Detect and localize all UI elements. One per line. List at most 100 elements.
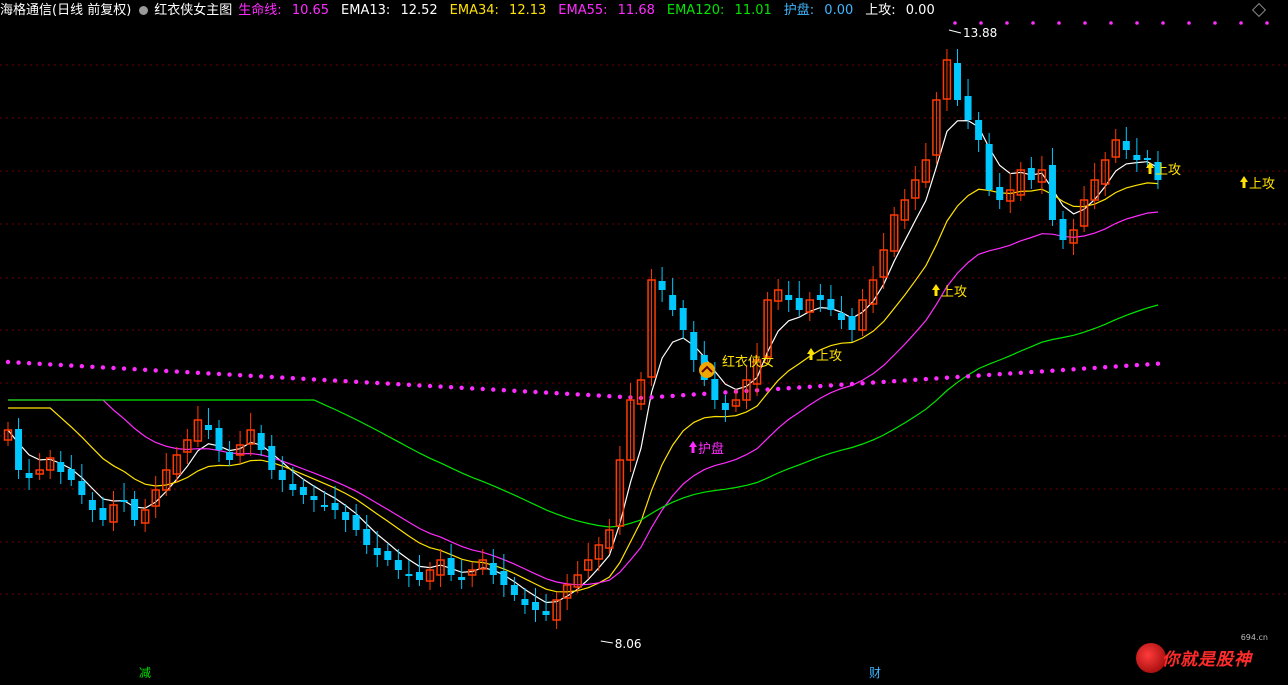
lifeline-dot (1081, 366, 1087, 371)
lifeline-dot (533, 389, 538, 395)
lifeline-dot (860, 381, 865, 386)
hongyi-icon (699, 362, 715, 378)
top-marker-dot (1005, 21, 1009, 25)
candle-body (331, 503, 339, 510)
candle-body (226, 452, 234, 460)
candle-body (278, 470, 286, 480)
shanggong-signal-label: 上攻 (816, 349, 842, 364)
candle-body (975, 120, 983, 140)
candle-body (447, 558, 455, 575)
high-price-label: 13.88 (963, 26, 997, 40)
lifeline-dot (90, 364, 95, 369)
lifeline-dot (111, 365, 116, 371)
top-marker-dot (1187, 21, 1191, 25)
top-marker-dot (1031, 21, 1035, 25)
lifeline-dot (1134, 362, 1140, 368)
candle-body (711, 379, 719, 400)
top-marker-dot (1161, 21, 1165, 25)
lifeline-dot (786, 386, 791, 391)
candle-body (310, 496, 318, 500)
lifeline-dot (343, 379, 348, 384)
candle-body (964, 96, 972, 120)
candle-body (321, 505, 328, 507)
lifeline-dot (702, 391, 707, 396)
top-marker-dot (953, 21, 957, 25)
lifeline-dot (269, 374, 274, 380)
watermark-logo: 你就是股神 694.cn (1136, 633, 1272, 673)
lifeline-dot (121, 366, 127, 371)
candle-body (489, 563, 497, 575)
lifeline-dot (554, 391, 559, 396)
lifeline-dot (1071, 367, 1076, 372)
lifeline-dot (723, 390, 728, 395)
lifeline-dot (818, 383, 823, 389)
candle-body (1133, 155, 1141, 160)
lifeline-dot (491, 387, 496, 392)
lifeline-dot (100, 365, 106, 370)
candle-body (215, 428, 223, 450)
top-marker-dot (1057, 21, 1061, 25)
lifeline-dot (828, 383, 834, 388)
top-marker-dot (1109, 21, 1113, 25)
top-marker-dot (1265, 21, 1269, 25)
candle-body (363, 529, 371, 545)
candle-body (954, 63, 961, 100)
lifeline-dot (617, 394, 623, 399)
lifeline-dot (1145, 362, 1150, 367)
lifeline-dot (913, 377, 918, 382)
lifeline-dot (470, 386, 475, 391)
lifeline-dot (934, 376, 939, 381)
candle-body (131, 499, 139, 520)
lifeline-dot (1060, 367, 1066, 373)
hongyi-label: 红衣侠女 (722, 354, 774, 370)
lifeline-dot (944, 375, 950, 380)
lifeline-dot (195, 370, 201, 375)
lifeline-dot (839, 382, 844, 387)
lifeline-dot (501, 388, 507, 393)
lifeline-dot (575, 392, 580, 397)
lifeline-dot (1124, 363, 1129, 368)
candle-body (837, 313, 845, 320)
candle-body (500, 571, 508, 585)
lifeline-dot (396, 382, 401, 387)
lifeline-dot (765, 387, 770, 392)
lifeline-dot (1113, 364, 1118, 369)
lifeline-dot (522, 389, 528, 394)
lifeline-dot (375, 380, 380, 386)
candle-body (352, 515, 360, 530)
lifeline-dot (311, 377, 317, 382)
candle-body (257, 433, 265, 450)
lifeline-dot (16, 360, 21, 365)
candle-body (458, 577, 466, 580)
candle-body (268, 446, 276, 470)
candle-body (785, 295, 793, 300)
shanggong-signal-arrow-icon (807, 348, 815, 360)
lifeline-dot (586, 392, 591, 398)
candle-body (15, 429, 23, 470)
candle-body (342, 512, 350, 520)
candle-body (67, 469, 75, 480)
lifeline-dot (48, 362, 53, 367)
candle-body (848, 316, 856, 330)
low-pointer (600, 640, 613, 644)
lifeline-dot (1018, 370, 1023, 375)
lifeline-dot (322, 377, 327, 383)
ema34-line (8, 182, 1159, 593)
candle-body (1027, 168, 1035, 180)
lifeline-dot (681, 393, 686, 398)
top-marker-dot (1239, 21, 1243, 25)
candle-body (25, 473, 33, 478)
candle-body (405, 574, 413, 576)
lifeline-dot (69, 363, 74, 368)
lifeline-dot (1092, 365, 1097, 371)
lifeline-dot (691, 392, 696, 397)
lifeline-dot (132, 367, 137, 372)
lifeline-dot (237, 373, 243, 378)
lifeline-dot (406, 382, 412, 387)
kline-chart[interactable]: 13.888.06护盘上攻上攻上攻上攻红衣侠女减财 (0, 0, 1288, 685)
candle-body (299, 487, 307, 495)
lifeline-dot (1008, 371, 1013, 376)
candle-body (1122, 141, 1130, 150)
candle-body (658, 281, 666, 290)
lifeline-dot (870, 380, 876, 385)
